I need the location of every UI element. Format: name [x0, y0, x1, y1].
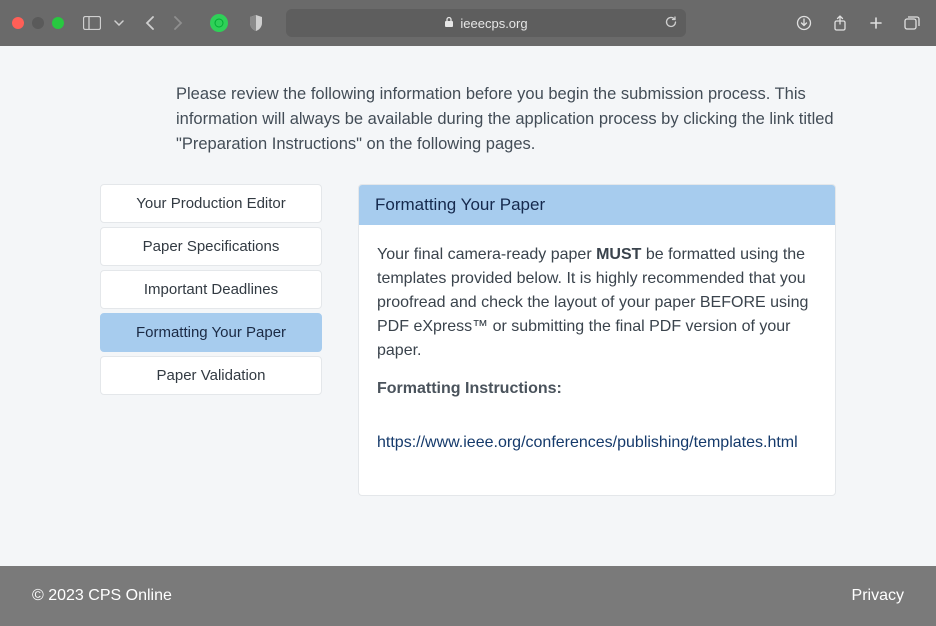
new-tab-icon[interactable] — [864, 11, 888, 35]
footer-privacy-link[interactable]: Privacy — [852, 587, 904, 605]
panel-text-bold: MUST — [596, 246, 641, 263]
share-icon[interactable] — [828, 11, 852, 35]
reload-icon[interactable] — [664, 15, 678, 32]
lock-icon — [444, 16, 454, 31]
sidebar-item-important-deadlines[interactable]: Important Deadlines — [100, 270, 322, 309]
intro-text: Please review the following information … — [176, 82, 856, 156]
page-footer: © 2023 CPS Online Privacy — [0, 566, 936, 626]
extension-icon[interactable] — [210, 14, 228, 32]
back-button[interactable] — [138, 11, 162, 35]
privacy-shield-icon[interactable] — [244, 11, 268, 35]
panel-paragraph: Your final camera-ready paper MUST be fo… — [377, 243, 817, 363]
sidebar-item-formatting-your-paper[interactable]: Formatting Your Paper — [100, 313, 322, 352]
templates-link[interactable]: https://www.ieee.org/conferences/publish… — [377, 434, 798, 451]
panel-subhead: Formatting Instructions: — [377, 377, 817, 401]
address-bar[interactable]: ieeecps.org — [286, 9, 686, 37]
sidebar-item-label: Paper Validation — [157, 367, 266, 384]
panel-body: Your final camera-ready paper MUST be fo… — [359, 225, 835, 495]
panel-text: Your final camera-ready paper — [377, 246, 596, 263]
browser-toolbar: ieeecps.org — [0, 0, 936, 46]
sidebar-item-paper-specifications[interactable]: Paper Specifications — [100, 227, 322, 266]
panel-title: Formatting Your Paper — [359, 185, 835, 225]
content-panel: Formatting Your Paper Your final camera-… — [358, 184, 836, 496]
chevron-down-icon[interactable] — [112, 11, 126, 35]
sidebar-item-label: Formatting Your Paper — [136, 324, 286, 341]
sidebar-item-paper-validation[interactable]: Paper Validation — [100, 356, 322, 395]
zoom-window-button[interactable] — [52, 17, 64, 29]
sidebar-toggle-icon[interactable] — [80, 11, 104, 35]
page-content: Please review the following information … — [0, 46, 936, 566]
address-domain: ieeecps.org — [460, 16, 527, 31]
footer-copyright: © 2023 CPS Online — [32, 587, 172, 605]
downloads-icon[interactable] — [792, 11, 816, 35]
minimize-window-button[interactable] — [32, 17, 44, 29]
tab-overview-icon[interactable] — [900, 11, 924, 35]
sidebar-item-label: Paper Specifications — [143, 238, 280, 255]
close-window-button[interactable] — [12, 17, 24, 29]
sidebar-item-label: Your Production Editor — [136, 195, 286, 212]
forward-button[interactable] — [166, 11, 190, 35]
section-sidebar: Your Production Editor Paper Specificati… — [100, 184, 322, 395]
sidebar-item-production-editor[interactable]: Your Production Editor — [100, 184, 322, 223]
sidebar-item-label: Important Deadlines — [144, 281, 278, 298]
window-controls — [12, 17, 64, 29]
